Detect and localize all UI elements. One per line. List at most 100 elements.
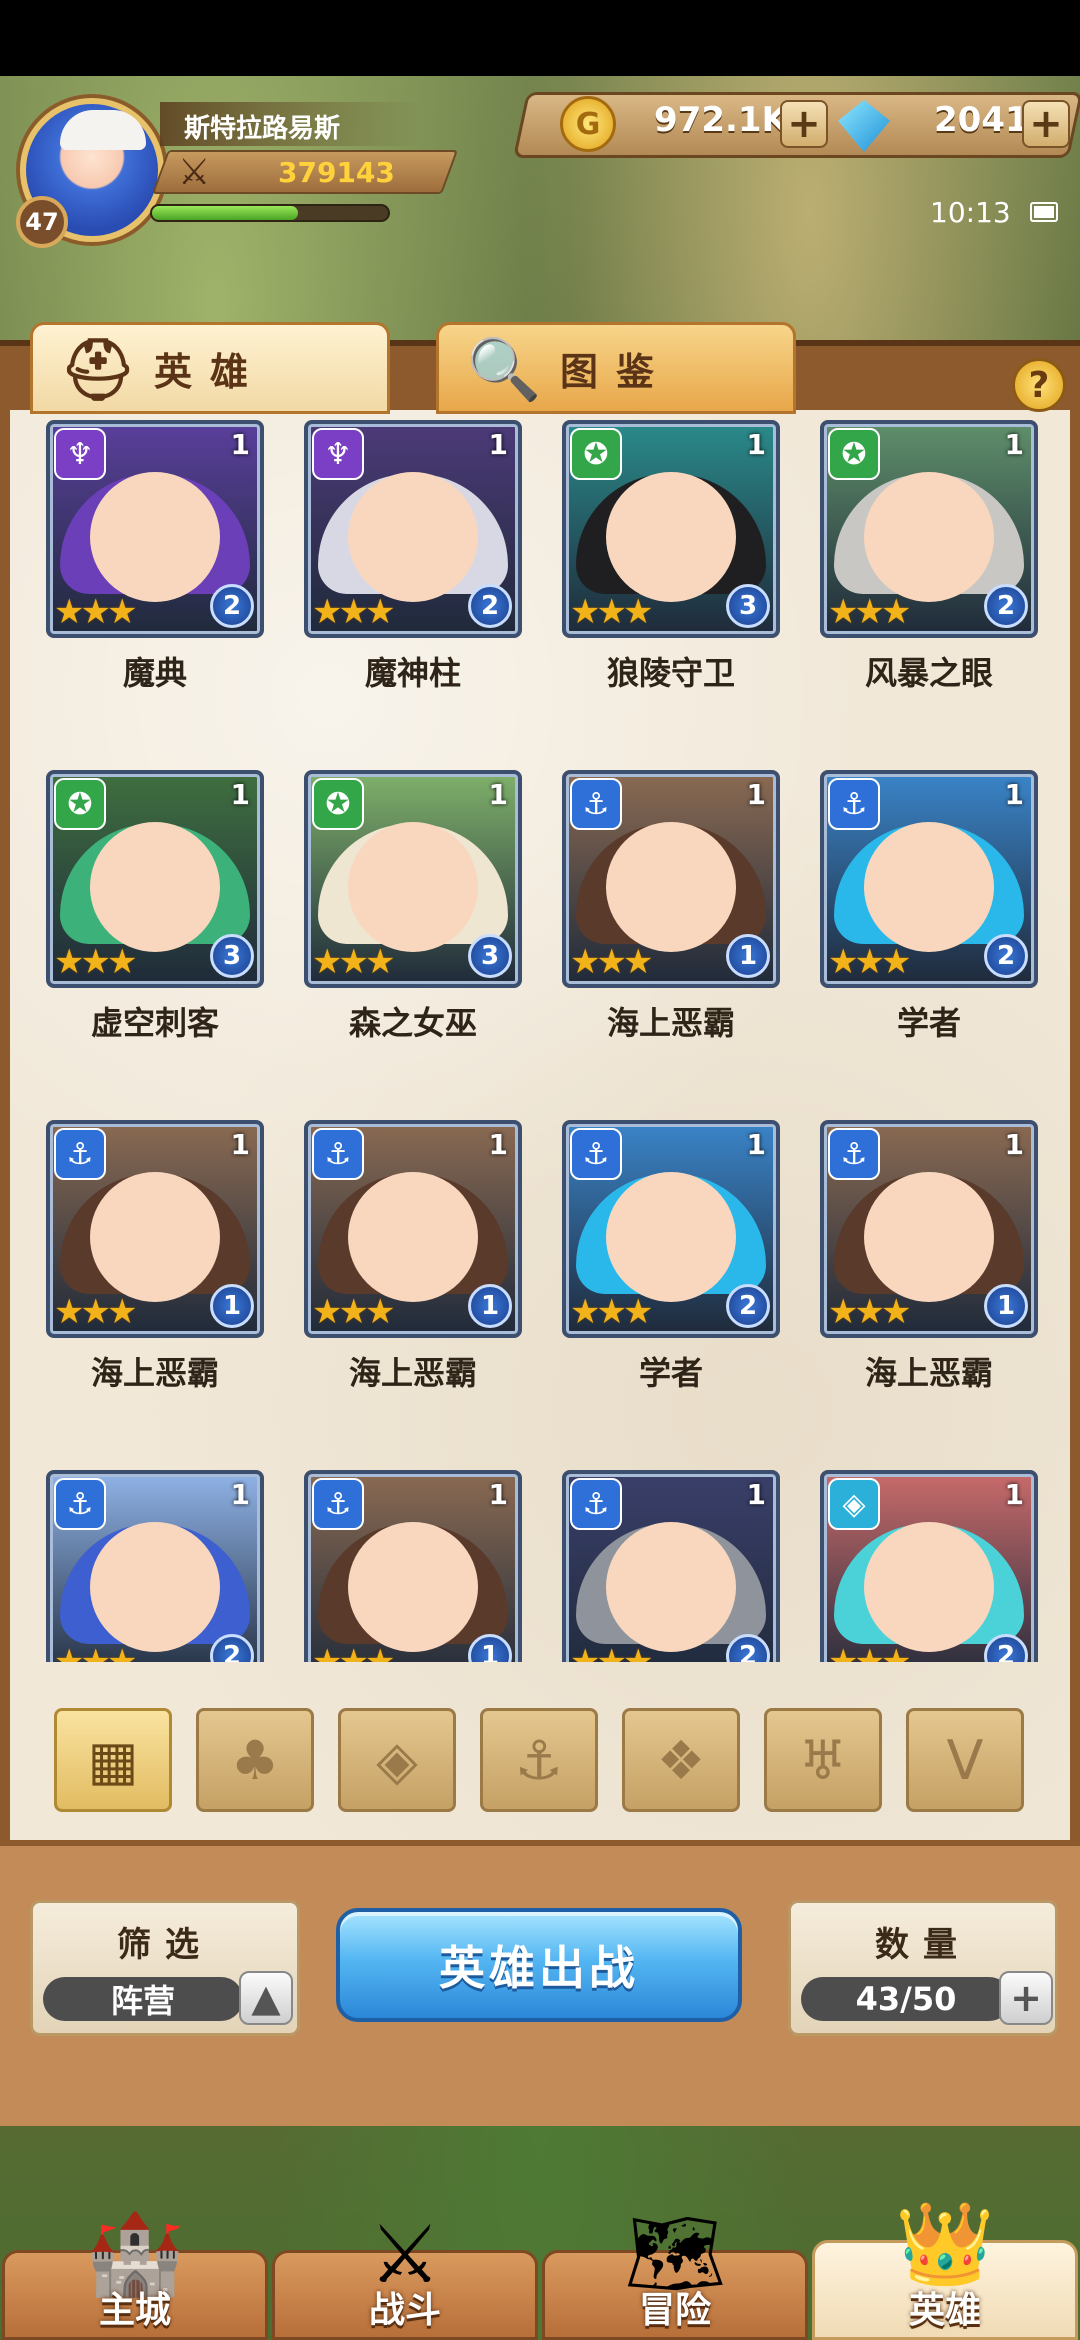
- nav-battle[interactable]: ⚔ 战斗: [272, 2208, 538, 2340]
- hero-face: [90, 1522, 220, 1653]
- magnifier-icon: 🔍: [466, 334, 542, 405]
- nav-battle-label: 战斗: [368, 2290, 441, 2331]
- anchor-faction-icon: ⚓: [312, 1128, 364, 1180]
- hero-level: 1: [488, 778, 508, 811]
- hero-rank-badge: 3: [468, 934, 512, 978]
- filter-button[interactable]: ⚓: [480, 1708, 598, 1812]
- filter-button[interactable]: ❖: [622, 1708, 740, 1812]
- chevron-up-icon: ▲: [251, 1976, 281, 2020]
- expand-count-button[interactable]: +: [999, 1971, 1053, 2025]
- hero-rank-badge: 1: [726, 934, 770, 978]
- filter-button[interactable]: ♅: [764, 1708, 882, 1812]
- filter-button[interactable]: V: [906, 1708, 1024, 1812]
- hero-portrait: ♆ 1 ★★★ 2: [46, 420, 264, 638]
- anchor-faction-icon: ⚓: [828, 1128, 880, 1180]
- hero-card[interactable]: ✪ 1 ★★★ 3 森之女巫: [276, 770, 522, 1070]
- hero-level: 1: [230, 778, 250, 811]
- hero-stars: ★★★: [828, 1642, 911, 1662]
- hero-name: 海上恶霸: [606, 1004, 735, 1042]
- hero-card[interactable]: ✪ 1 ★★★ 2 风暴之眼: [792, 420, 1038, 720]
- nav-main-city-label: 主城: [98, 2290, 171, 2331]
- holy-faction-icon: ◈: [828, 1478, 880, 1530]
- hero-rank-badge: 1: [984, 1284, 1028, 1328]
- add-gold-button[interactable]: +: [780, 100, 828, 148]
- hero-rank-badge: 3: [726, 584, 770, 628]
- hero-face: [348, 472, 478, 603]
- exp-bar: [150, 204, 390, 222]
- avatar-hat: [60, 110, 146, 150]
- hero-stars: ★★★: [828, 942, 911, 982]
- hero-name: 海上恶霸: [864, 1354, 993, 1392]
- gold-coin-icon: G: [560, 96, 616, 152]
- hero-portrait: ⚓ 1 ★★★ 1: [562, 770, 780, 988]
- hero-face: [864, 1522, 994, 1653]
- nav-adventure[interactable]: 🗺 冒险: [542, 2207, 808, 2340]
- hero-card[interactable]: ⚓ 1 ★★★ 2 学者: [792, 770, 1038, 1070]
- hero-name: 虚空刺客: [90, 1004, 219, 1042]
- hero-level: 1: [230, 428, 250, 461]
- hero-portrait: ♆ 1 ★★★ 2: [304, 420, 522, 638]
- hero-face: [864, 1172, 994, 1303]
- tab-heroes[interactable]: ⛑ 英雄: [30, 322, 390, 414]
- filter-button[interactable]: ♣: [196, 1708, 314, 1812]
- nav-main-city[interactable]: 🏰 主城: [2, 2207, 268, 2340]
- hero-portrait: ⚓ 1 ★★★ 2: [820, 770, 1038, 988]
- tab-codex-label: 图鉴: [559, 349, 672, 394]
- hero-card[interactable]: ⚓ 1 ★★★ 1 海上恶霸: [792, 1120, 1038, 1420]
- help-button[interactable]: ?: [1012, 358, 1066, 412]
- hero-portrait: ⚓ 1 ★★★ 2: [562, 1470, 780, 1662]
- hero-name: 森之女巫: [348, 1004, 477, 1042]
- filter-value[interactable]: 阵营: [43, 1977, 243, 2021]
- hero-level: 1: [746, 1478, 766, 1511]
- clock: 10:13: [930, 196, 1011, 229]
- hero-rank-badge: 2: [984, 934, 1028, 978]
- hero-rank-badge: 2: [468, 584, 512, 628]
- hero-face: [90, 822, 220, 953]
- hero-stars: ★★★: [570, 592, 653, 632]
- hero-name: 魔典: [122, 654, 187, 692]
- hero-portrait: ⚓ 1 ★★★ 1: [304, 1120, 522, 1338]
- filter-button[interactable]: ▦: [54, 1708, 172, 1812]
- hero-card[interactable]: ⚓ 1 ★★★ 1 海上恶霸: [276, 1120, 522, 1420]
- hero-card[interactable]: ♆ 1 ★★★ 2 魔典: [18, 420, 264, 720]
- hero-face: [606, 822, 736, 953]
- hero-card[interactable]: ✪ 1 ★★★ 3 虚空刺客: [18, 770, 264, 1070]
- hero-stars: ★★★: [570, 1642, 653, 1662]
- filter-button[interactable]: ◈: [338, 1708, 456, 1812]
- exp-bar-fill: [152, 206, 299, 220]
- hero-card[interactable]: ⚓ 1 ★★★ 2 学者: [534, 1120, 780, 1420]
- hero-stars: ★★★: [828, 1292, 911, 1332]
- hero-card[interactable]: ⚓ 1 ★★★ 2: [18, 1470, 264, 1662]
- tab-codex[interactable]: 🔍 图鉴: [436, 322, 796, 414]
- hero-level: 1: [1004, 1128, 1024, 1161]
- tab-heroes-label: 英雄: [153, 349, 266, 394]
- hero-card[interactable]: ⚓ 1 ★★★ 2: [534, 1470, 780, 1662]
- hero-card[interactable]: ⚓ 1 ★★★ 1 海上恶霸: [18, 1120, 264, 1420]
- hero-level: 1: [488, 1478, 508, 1511]
- hero-card[interactable]: ◈ 1 ★★★ 2: [792, 1470, 1038, 1662]
- hero-stars: ★★★: [570, 942, 653, 982]
- filter-toggle-button[interactable]: ▲: [239, 1971, 293, 2025]
- hero-card[interactable]: ⚓ 1 ★★★ 1: [276, 1470, 522, 1662]
- hero-name: 海上恶霸: [348, 1354, 477, 1392]
- player-level-badge: 47: [16, 196, 68, 248]
- diamond-icon: ◈: [376, 1728, 418, 1792]
- hero-card[interactable]: ✪ 1 ★★★ 3 狼陵守卫: [534, 420, 780, 720]
- gold-amount: 972.1K: [654, 100, 788, 140]
- power-value: 379143: [278, 156, 395, 189]
- hero-level: 1: [230, 1478, 250, 1511]
- hero-face: [348, 1172, 478, 1303]
- nav-adventure-label: 冒险: [638, 2290, 711, 2331]
- hero-card[interactable]: ⚓ 1 ★★★ 1 海上恶霸: [534, 770, 780, 1070]
- hero-face: [606, 472, 736, 603]
- hero-level: 1: [230, 1128, 250, 1161]
- player-name: 斯特拉路易斯: [160, 102, 420, 146]
- anchor-faction-icon: ⚓: [828, 778, 880, 830]
- hero-name: 风暴之眼: [864, 654, 993, 692]
- beast-faction-icon: ✪: [828, 428, 880, 480]
- nav-heroes[interactable]: 👑 英雄: [812, 2197, 1078, 2340]
- deploy-heroes-button[interactable]: 英雄出战: [336, 1908, 742, 2022]
- battery-icon: [1030, 202, 1058, 222]
- hero-card[interactable]: ♆ 1 ★★★ 2 魔神柱: [276, 420, 522, 720]
- add-gems-button[interactable]: +: [1022, 100, 1070, 148]
